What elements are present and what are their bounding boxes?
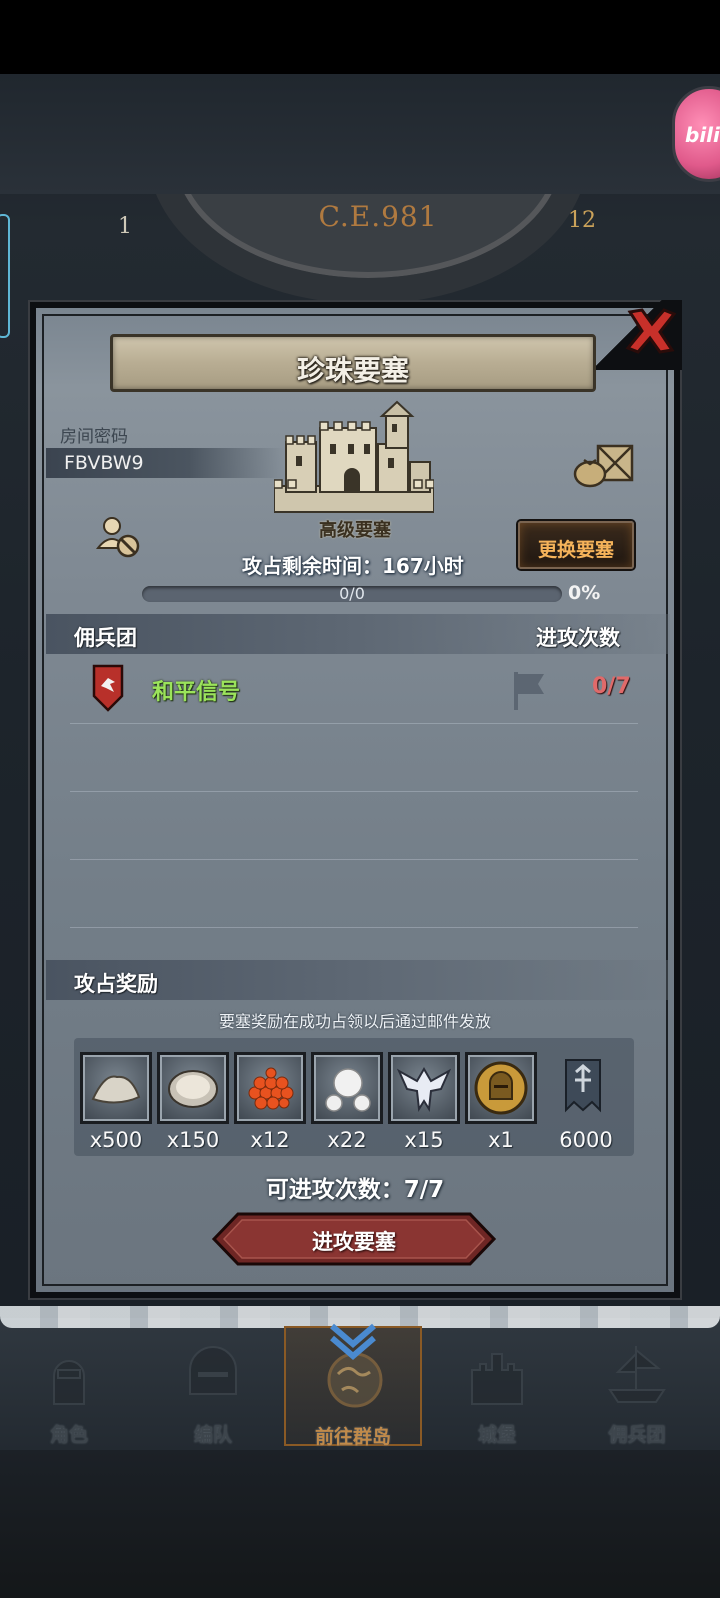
empty-row xyxy=(70,860,638,928)
bili-text: bili xyxy=(685,123,720,147)
nav-label: 角色 xyxy=(49,1424,88,1446)
knight-icon xyxy=(53,1360,85,1405)
guild-name: 和平信号 xyxy=(152,680,241,705)
rewards-section-title: 攻占奖励 xyxy=(74,972,158,996)
dial-number-left: 1 xyxy=(118,214,132,239)
dialog-title-banner: 珍珠要塞 xyxy=(110,334,596,392)
ship-icon xyxy=(608,1346,666,1403)
reward-item[interactable]: x22 xyxy=(311,1052,383,1152)
progress-percent: 0% xyxy=(568,582,601,604)
oyster-icon xyxy=(168,1070,218,1108)
active-chevron-icon xyxy=(330,1323,376,1360)
bilibili-floating-button[interactable]: bili xyxy=(672,86,720,182)
room-code: FBVBW9 xyxy=(64,452,144,474)
remaining-attacks: 可进攻次数：7/7 xyxy=(265,1177,445,1203)
change-fortress-button[interactable]: 更换要塞 xyxy=(518,521,634,569)
attack-fortress-button[interactable]: 进攻要塞 xyxy=(212,1212,496,1266)
reward-item[interactable]: x150 xyxy=(157,1052,229,1152)
salt-pile-icon xyxy=(91,1075,141,1104)
fortress-icon xyxy=(273,400,435,513)
footer-area xyxy=(0,1450,720,1598)
supplies-button[interactable] xyxy=(572,440,636,488)
status-bar xyxy=(0,0,720,74)
change-fortress-label: 更换要塞 xyxy=(537,539,614,561)
empty-row xyxy=(70,792,638,860)
progress-text: 0/0 xyxy=(339,584,365,603)
nav-label: 佣兵团 xyxy=(608,1424,666,1446)
mercenary-section-title: 佣兵团 xyxy=(74,626,137,650)
winged-emblem-icon xyxy=(396,1067,452,1112)
flag-icon xyxy=(514,672,544,710)
reward-quantity: x1 xyxy=(488,1128,514,1152)
top-band xyxy=(0,74,720,194)
guild-badge xyxy=(92,664,124,712)
dial-number-right: 12 xyxy=(568,208,596,233)
crate-sack-icon xyxy=(573,444,634,488)
nav-item-castle[interactable]: 城堡 xyxy=(428,1326,566,1446)
empty-row xyxy=(70,724,638,792)
reward-item[interactable]: 6000 xyxy=(550,1052,622,1152)
reward-item[interactable]: x1 xyxy=(465,1052,537,1152)
reward-item[interactable]: x15 xyxy=(388,1052,460,1152)
guild-shield-icon xyxy=(92,664,124,712)
nav-label: 城堡 xyxy=(477,1424,516,1446)
fortress-level: 高级要塞 xyxy=(319,520,391,541)
rewards-note: 要塞奖励在成功占领以后通过邮件发放 xyxy=(218,1012,491,1031)
guild-attack-count: 0/7 xyxy=(592,674,631,699)
user-blocked-icon xyxy=(95,517,140,558)
nav-label: 前往群岛 xyxy=(314,1426,391,1448)
nav-item-character[interactable]: 角色 xyxy=(0,1326,138,1446)
reward-quantity: x22 xyxy=(327,1128,367,1152)
fish-roe-icon xyxy=(248,1067,294,1110)
knight-medal-icon xyxy=(474,1061,528,1115)
era-dial: C.E.981 1 12 xyxy=(88,194,668,314)
reward-quantity: x12 xyxy=(250,1128,290,1152)
reward-quantity: x500 xyxy=(89,1128,143,1152)
room-password-label: 房间密码 xyxy=(60,427,128,447)
dialog-title: 珍珠要塞 xyxy=(296,354,409,387)
reward-quantity: x15 xyxy=(404,1128,444,1152)
helmet-icon xyxy=(189,1346,237,1395)
nav-label: 编队 xyxy=(193,1424,232,1446)
left-edge-tab[interactable] xyxy=(0,214,10,338)
castle-icon xyxy=(471,1353,523,1405)
capture-progress-bar: 0/0 xyxy=(142,584,562,603)
capture-timer: 攻占剩余时间：167小时 xyxy=(242,554,464,578)
pearls-icon xyxy=(325,1068,371,1112)
attack-count-column-title: 进攻次数 xyxy=(536,626,620,650)
nav-item-formation[interactable]: 编队 xyxy=(144,1326,282,1446)
reward-item[interactable]: x12 xyxy=(234,1052,306,1152)
fortress-image xyxy=(273,398,435,516)
reward-quantity: x150 xyxy=(166,1128,220,1152)
close-button[interactable] xyxy=(622,306,678,356)
flag-button[interactable] xyxy=(512,668,548,712)
close-icon xyxy=(625,308,677,354)
no-player-button[interactable] xyxy=(95,514,142,560)
attack-fortress-label: 进攻要塞 xyxy=(312,1230,396,1254)
guild-banner-icon xyxy=(565,1059,601,1113)
reward-quantity: 6000 xyxy=(559,1128,613,1152)
nav-item-mercenary[interactable]: 佣兵团 xyxy=(568,1326,706,1446)
reward-item[interactable]: x500 xyxy=(80,1052,152,1152)
